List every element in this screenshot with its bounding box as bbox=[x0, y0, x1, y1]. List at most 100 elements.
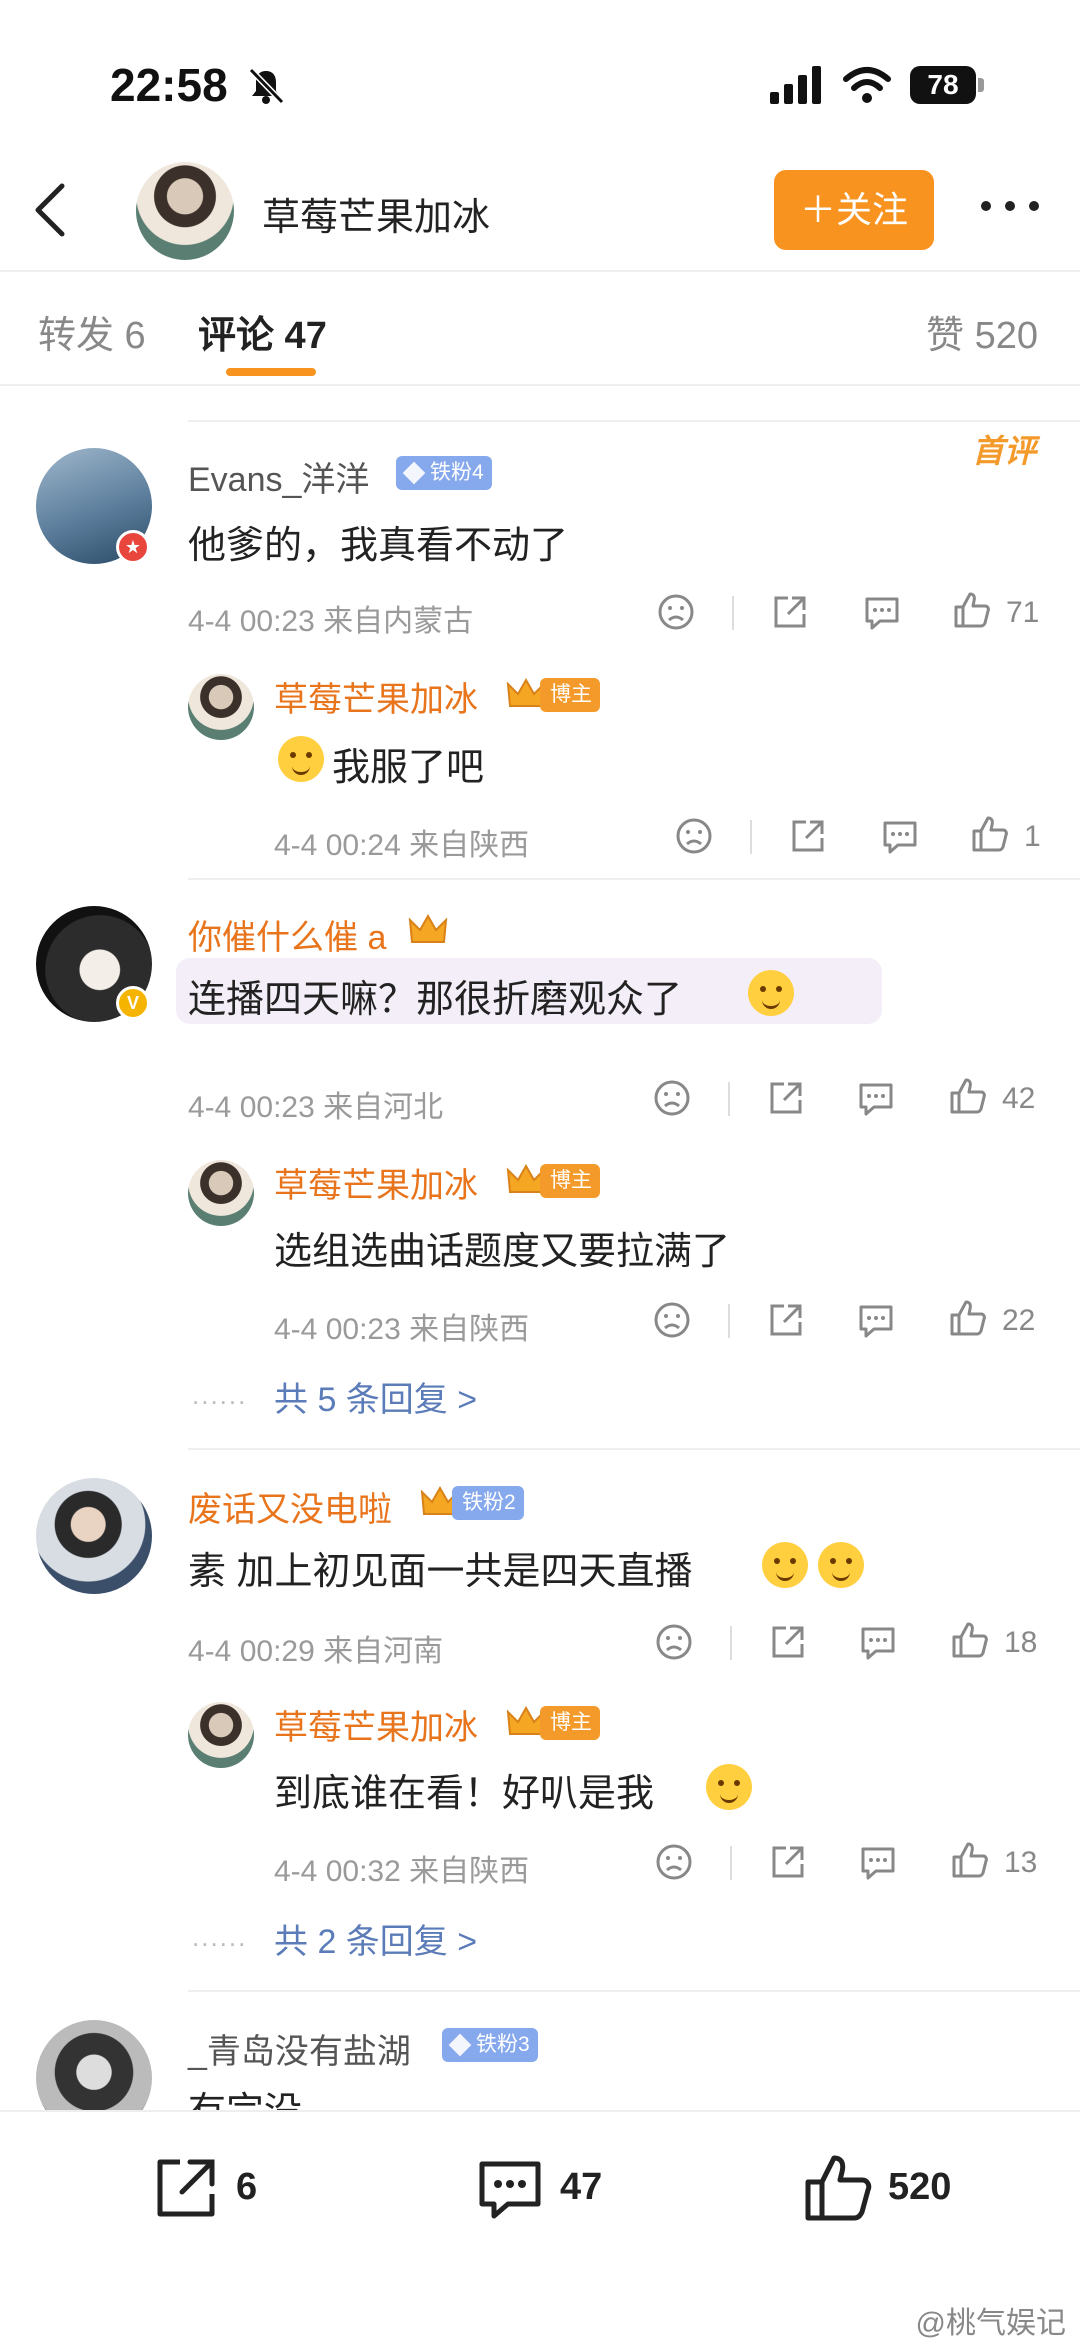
comment-username[interactable]: Evans_洋洋 bbox=[188, 452, 369, 501]
active-tab-indicator bbox=[226, 368, 316, 376]
reply-text: 选组选曲话题度又要拉满了 bbox=[274, 1231, 731, 1273]
reply-icon[interactable] bbox=[856, 1300, 896, 1340]
comment-icon bbox=[479, 2161, 541, 2219]
comment-username[interactable]: 废话又没电啦 bbox=[188, 1482, 392, 1531]
comment-avatar[interactable] bbox=[36, 2020, 152, 2110]
comment-username[interactable]: _青岛没有盐湖 bbox=[188, 2024, 411, 2073]
like-count-total: 520 bbox=[888, 2166, 952, 2208]
reply-icon[interactable] bbox=[862, 592, 902, 632]
action-separator bbox=[728, 1304, 730, 1338]
comment-meta: 4-4 00:23 来自河北 bbox=[188, 1091, 444, 1124]
like-icon[interactable] bbox=[952, 590, 992, 630]
repost-count: 6 bbox=[236, 2166, 258, 2208]
like-count: 71 bbox=[1006, 596, 1040, 629]
action-separator bbox=[750, 820, 752, 854]
view-more-replies-link[interactable]: 共 2 条回复 > bbox=[274, 1914, 477, 1963]
reply-meta: 4-4 00:32 来自陕西 bbox=[274, 1855, 530, 1888]
crying-emoji-icon bbox=[278, 736, 324, 782]
list-divider bbox=[188, 878, 1080, 880]
comment-text: 素 加上初见面一共是四天直播 bbox=[188, 1551, 693, 1593]
tab-reposts[interactable]: 转发 6 bbox=[38, 304, 146, 359]
reply-text: 到底谁在看！好叭是我 bbox=[274, 1773, 655, 1815]
more-options-icon[interactable] bbox=[978, 194, 1042, 218]
action-separator bbox=[730, 1846, 732, 1880]
battery-tip bbox=[978, 78, 984, 92]
author-name[interactable]: 草莓芒果加冰 bbox=[262, 186, 490, 241]
fan-level-badge: 铁粉3 bbox=[442, 2028, 538, 2062]
bell-off-icon bbox=[248, 67, 285, 105]
status-bar: 22:58 78 bbox=[0, 0, 1080, 150]
status-time: 22:58 bbox=[110, 59, 228, 111]
battery-level: 78 bbox=[910, 66, 976, 104]
wifi-icon bbox=[843, 67, 891, 103]
host-badge: 博主 bbox=[540, 678, 600, 712]
reply-avatar[interactable] bbox=[188, 674, 254, 740]
first-comment-tag: 首评 bbox=[972, 433, 1037, 469]
host-badge: 博主 bbox=[540, 1164, 600, 1198]
verified-badge-icon: ★ bbox=[116, 530, 150, 564]
fan-level-badge: 铁粉4 bbox=[396, 456, 492, 490]
diamond-icon bbox=[448, 2033, 472, 2057]
dislike-icon[interactable] bbox=[654, 1842, 694, 1882]
sleepy-emoji-icon bbox=[762, 1542, 808, 1588]
action-separator bbox=[732, 596, 734, 630]
fan-level-label: 铁粉4 bbox=[430, 461, 484, 484]
comment-meta: 4-4 00:23 来自内蒙古 bbox=[188, 605, 474, 638]
share-icon[interactable] bbox=[788, 816, 828, 856]
back-arrow-icon[interactable] bbox=[28, 180, 72, 240]
verified-badge-icon: V bbox=[116, 986, 150, 1020]
top-nav: 草莓芒果加冰 ＋关注 bbox=[0, 150, 1080, 270]
tab-bar: 转发 6 评论 47 赞 520 bbox=[0, 272, 1080, 384]
dislike-icon[interactable] bbox=[652, 1300, 692, 1340]
like-count: 22 bbox=[1002, 1304, 1036, 1337]
tab-likes[interactable]: 赞 520 bbox=[926, 304, 1038, 359]
tab-comments[interactable]: 评论 47 bbox=[198, 304, 327, 359]
bottom-action-bar: 6 47 520 @桃气娱记 bbox=[0, 2110, 1080, 2348]
comment-text: 他爹的，我真看不动了 bbox=[188, 525, 569, 567]
reply-icon[interactable] bbox=[880, 816, 920, 856]
like-icon[interactable] bbox=[948, 1298, 988, 1338]
reply-avatar[interactable] bbox=[188, 1160, 254, 1226]
list-divider bbox=[188, 420, 1080, 422]
share-icon[interactable] bbox=[766, 1300, 806, 1340]
source-watermark: @桃气娱记 bbox=[915, 2307, 1066, 2340]
like-icon[interactable] bbox=[970, 814, 1010, 854]
like-count: 42 bbox=[1002, 1082, 1036, 1115]
repost-icon bbox=[157, 2159, 215, 2217]
reply-icon[interactable] bbox=[856, 1078, 896, 1118]
comment-meta: 4-4 00:29 来自河南 bbox=[188, 1635, 444, 1668]
reply-username[interactable]: 草莓芒果加冰 bbox=[274, 1158, 478, 1207]
action-separator bbox=[730, 1626, 732, 1660]
reply-meta: 4-4 00:23 来自陕西 bbox=[274, 1313, 530, 1346]
share-icon[interactable] bbox=[766, 1078, 806, 1118]
dislike-icon[interactable] bbox=[654, 1622, 694, 1662]
dislike-icon[interactable] bbox=[656, 592, 696, 632]
reply-username[interactable]: 草莓芒果加冰 bbox=[274, 672, 478, 721]
dislike-icon[interactable] bbox=[652, 1078, 692, 1118]
action-separator bbox=[728, 1082, 730, 1116]
comment-text: 有完没 bbox=[188, 2080, 302, 2110]
reply-username[interactable]: 草莓芒果加冰 bbox=[274, 1700, 478, 1749]
dislike-icon[interactable] bbox=[674, 816, 714, 856]
reply-icon[interactable] bbox=[858, 1842, 898, 1882]
like-icon[interactable] bbox=[948, 1076, 988, 1116]
view-more-replies-link[interactable]: 共 5 条回复 > bbox=[274, 1372, 477, 1421]
share-icon[interactable] bbox=[768, 1842, 808, 1882]
like-icon[interactable] bbox=[950, 1620, 990, 1660]
battery-icon: 78 bbox=[910, 66, 984, 104]
crying-emoji-icon bbox=[706, 1764, 752, 1810]
comment-list[interactable]: ★ Evans_洋洋 铁粉4 首评 他爹的，我真看不动了 4-4 00:23 来… bbox=[0, 386, 1080, 2110]
comment-count: 47 bbox=[560, 2166, 603, 2208]
share-icon[interactable] bbox=[768, 1622, 808, 1662]
follow-button[interactable]: ＋关注 bbox=[774, 170, 934, 250]
author-avatar[interactable] bbox=[136, 162, 234, 260]
share-icon[interactable] bbox=[770, 592, 810, 632]
list-divider bbox=[188, 1990, 1080, 1992]
reply-avatar[interactable] bbox=[188, 1702, 254, 1768]
comment-username[interactable]: 你催什么催 a bbox=[188, 910, 386, 959]
fan-level-label: 铁粉3 bbox=[476, 2033, 530, 2056]
like-icon[interactable] bbox=[950, 1840, 990, 1880]
comment-avatar[interactable] bbox=[36, 1478, 152, 1594]
reply-icon[interactable] bbox=[858, 1622, 898, 1662]
host-badge: 博主 bbox=[540, 1706, 600, 1740]
